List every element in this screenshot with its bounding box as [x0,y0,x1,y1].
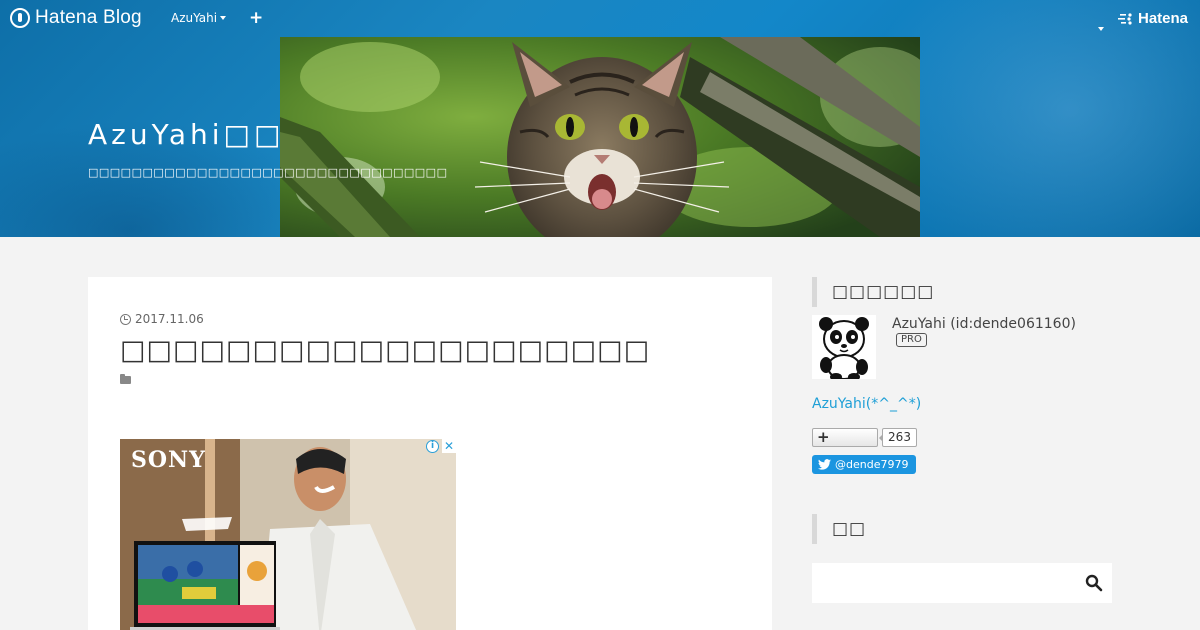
profile-link[interactable]: AzuYahi(*^_^*) [812,396,921,412]
new-post-button[interactable]: + [249,8,263,28]
blog-description: □□□□□□□□□□□□□□□□□□□□□□□□□□□□□□□□□ [88,166,448,179]
ad-info-icon[interactable]: i [426,440,439,453]
blog-title[interactable]: AzuYahi□□ [88,118,284,151]
entry-date[interactable]: 2017.11.06 [120,312,204,326]
blog-header: Hatena Blog AzuYahi + Hatena AzuYahi□□ □… [0,0,1200,237]
entry-title[interactable]: □□□□□□□□□□□□□□□□□□□□ [120,335,650,366]
folder-icon [120,374,131,384]
follow-button[interactable]: + [812,428,878,447]
cat-photo [280,37,920,237]
panda-avatar-icon [812,315,876,379]
logo-text: Hatena Blog [35,7,142,28]
chevron-down-icon [1098,27,1104,31]
follow-count: 263 [879,428,917,447]
user-menu-label: AzuYahi [171,11,218,25]
hatena-brand-link[interactable]: Hatena [1118,10,1188,27]
profile-heading: □□□□□□ [812,277,934,307]
hatena-blog-logo[interactable]: Hatena Blog [10,6,142,30]
hatena-global-bar: Hatena Blog AzuYahi + Hatena [0,0,1200,37]
user-menu[interactable]: AzuYahi [171,11,227,25]
clock-icon [120,313,131,325]
entry-date-text: 2017.11.06 [135,312,204,326]
profile-name[interactable]: AzuYahi (id:dende061160) [892,316,1076,332]
ad-brand: SONY [131,447,206,473]
search-form [812,563,1112,603]
twitter-bird-icon [818,459,831,470]
search-heading: □□ [812,514,866,544]
hatena-blog-logo-icon [10,8,30,28]
header-image [280,37,920,237]
ad-banner[interactable]: SONY i ✕ [120,439,456,630]
global-menu-toggle[interactable] [1095,16,1104,35]
plus-icon: + [817,428,830,446]
search-input[interactable] [812,563,1072,603]
pro-badge: PRO [896,333,927,347]
entry-article: 2017.11.06 □□□□□□□□□□□□□□□□□□□□ SONY i ✕ [88,277,772,630]
hatena-speed-icon [1118,12,1132,25]
hatena-label: Hatena [1138,10,1189,27]
ad-close-button[interactable]: ✕ [442,439,456,453]
avatar[interactable] [812,315,876,379]
search-icon[interactable] [1085,574,1103,592]
twitter-follow-button[interactable]: @dende7979 [812,455,916,474]
chevron-down-icon [220,16,227,20]
twitter-handle: @dende7979 [835,458,909,471]
